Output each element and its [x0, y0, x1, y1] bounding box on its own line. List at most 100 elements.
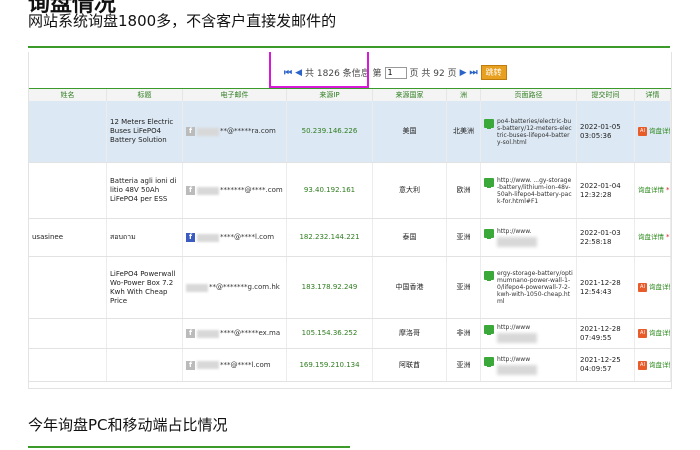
redacted-blur: [197, 361, 219, 369]
ip-text: 182.232.144.221: [299, 233, 360, 241]
inquiry-detail-link[interactable]: 询盘详情: [649, 127, 670, 136]
column-header: 标题: [107, 89, 183, 101]
pager-text-suffix: 页 共 92 页: [409, 69, 457, 79]
table-row[interactable]: f ****@*****ex.ma 105.154.36.252 摩洛哥 非洲 http:…: [29, 319, 671, 349]
table-row[interactable]: 12 Meters Electric Buses LiFePO4 Battery…: [29, 101, 671, 163]
jump-button[interactable]: 跳转: [480, 65, 507, 80]
facebook-icon: f: [186, 329, 195, 338]
url-cell[interactable]: ergy-storage-battery/optimumnano-power-w…: [481, 257, 577, 318]
redacted-blur: [197, 329, 219, 338]
redacted-blur: [186, 283, 208, 292]
country-text: 美国: [402, 127, 417, 135]
name-cell: [29, 349, 107, 381]
title-cell: 12 Meters Electric Buses LiFePO4 Battery…: [107, 101, 183, 162]
country-cell: 摩洛哥: [373, 319, 447, 348]
title-cell: [107, 319, 183, 348]
email-cell: f ****@****l.com: [183, 219, 287, 256]
time-text: 2021-12-28 12:54:43: [580, 278, 621, 296]
detail-cell[interactable]: 询盘详情 *: [635, 219, 671, 256]
column-header: 页面路径: [481, 89, 577, 101]
url-cell[interactable]: http://www.: [481, 219, 577, 256]
inquiry-detail-link[interactable]: 询盘详情: [638, 233, 664, 242]
table-header: 姓名 标题 电子邮件 来源IP 来源国家洲页面路径 提交时间 详情: [29, 88, 671, 102]
time-cell: 2022-01-04 12:32:28: [577, 163, 635, 218]
email-cell: f **@*****ra.com: [183, 101, 287, 162]
page-url-text[interactable]: ergy-storage-battery/optimumnano-power-w…: [497, 270, 573, 305]
detail-cell[interactable]: 询盘详情 *: [635, 163, 671, 218]
time-cell: 2021-12-28 07:49:55: [577, 319, 635, 348]
table-row[interactable]: usasinee สอบถาม f ****@****l.com 182.232.144…: [29, 219, 671, 257]
country-cell: 意大利: [373, 163, 447, 218]
title-cell: [107, 349, 183, 381]
ip-cell: 182.232.144.221: [287, 219, 373, 256]
desktop-icon: [484, 177, 494, 188]
ai-badge-icon: AI: [638, 329, 647, 338]
detail-cell[interactable]: AI询盘详情*: [635, 101, 671, 162]
detail-cell[interactable]: AI询盘详情*: [635, 349, 671, 381]
subheading-divider: [28, 446, 350, 448]
url-cell[interactable]: http://www: [481, 319, 577, 348]
redacted-blur: [497, 237, 537, 247]
name-cell: [29, 163, 107, 218]
section-subheading: 今年询盘PC和移动端占比情况: [28, 416, 228, 434]
ip-cell: 50.239.146.226: [287, 101, 373, 162]
ip-text: 169.159.210.134: [299, 360, 360, 369]
title-cell: Batteria agli ioni di litio 48V 50Ah LiF…: [107, 163, 183, 218]
page-url-text[interactable]: http://www.: [497, 228, 537, 235]
country-cell: 中国香港: [373, 257, 447, 318]
title-text: Batteria agli ioni di litio 48V 50Ah LiF…: [110, 177, 177, 203]
article-headline: 网站系统询盘1800多，不含客户直接发邮件的: [28, 12, 337, 30]
page-number-input[interactable]: [384, 66, 407, 79]
page-url-text[interactable]: http://www: [497, 324, 537, 331]
inquiry-admin-screenshot: ⏮ ◀ 共 1826 条信息 第 页 共 92 页 ▶ ⏭ 跳转 姓名标题电子邮…: [28, 52, 672, 389]
email-cell: **@*******g.com.hk: [183, 257, 287, 318]
country-cell: 泰国: [373, 219, 447, 256]
ip-text: 105.154.36.252: [301, 329, 358, 337]
inquiry-detail-link[interactable]: 询盘详情: [649, 329, 670, 338]
table-row[interactable]: LiFePO4 Powerwall Wo-Power Box 7.2 Kwh W…: [29, 257, 671, 319]
table-row[interactable]: f ***@****l.com 169.159.210.134 阿联酋 亚洲 http:/…: [29, 349, 671, 382]
time-text: 2021-12-28 07:49:55: [580, 324, 621, 342]
title-cell: สอบถาม: [107, 219, 183, 256]
country-text: 摩洛哥: [399, 329, 420, 337]
continent-text: 北美洲: [453, 127, 474, 135]
page-url-text[interactable]: http://www: [497, 356, 537, 363]
country-cell: 美国: [373, 101, 447, 162]
redacted-blur: [497, 333, 537, 343]
desktop-icon: [484, 229, 494, 239]
table-row[interactable]: Batteria agli ioni di litio 48V 50Ah LiF…: [29, 163, 671, 219]
continent-cell: 亚洲: [447, 219, 481, 256]
ip-text: 50.239.146.226: [301, 127, 358, 135]
time-text: 2021-12-25 04:09:57: [580, 356, 621, 373]
page-url-text[interactable]: po4-batteries/electric-bus-battery/12-me…: [497, 118, 573, 146]
redacted-blur: [197, 186, 219, 195]
time-text: 2022-01-05 03:05:36: [580, 122, 621, 140]
url-cell[interactable]: http://www. ...gy-storage-battery/lithiu…: [481, 163, 577, 218]
country-text: 中国香港: [395, 283, 424, 291]
time-cell: 2022-01-05 03:05:36: [577, 101, 635, 162]
inquiry-detail-link[interactable]: 询盘详情: [638, 186, 664, 195]
last-page-icon[interactable]: ⏭: [470, 68, 478, 78]
email-text: ***@****l.com: [220, 360, 271, 369]
ai-badge-icon: AI: [638, 283, 647, 292]
next-page-icon[interactable]: ▶: [460, 68, 467, 78]
desktop-icon: [484, 271, 494, 281]
ip-cell: 105.154.36.252: [287, 319, 373, 348]
ip-cell: 93.40.192.161: [287, 163, 373, 218]
column-header: 电子邮件: [183, 89, 287, 101]
title-text: 12 Meters Electric Buses LiFePO4 Battery…: [110, 118, 174, 144]
inquiry-detail-link[interactable]: 询盘详情: [649, 361, 670, 370]
country-text: 泰国: [402, 233, 417, 241]
time-text: 2022-01-04 12:32:28: [580, 181, 621, 199]
url-cell[interactable]: http://www: [481, 349, 577, 381]
email-text: ****@****l.com: [220, 233, 275, 241]
page-url-text[interactable]: http://www. ...gy-storage-battery/lithiu…: [497, 177, 573, 205]
email-text: *******@****.com: [220, 186, 283, 194]
required-star-icon: *: [666, 233, 670, 241]
ai-badge-icon: AI: [638, 360, 647, 370]
email-cell: f *******@****.com: [183, 163, 287, 218]
url-cell[interactable]: po4-batteries/electric-bus-battery/12-me…: [481, 101, 577, 162]
detail-cell[interactable]: AI询盘详情*: [635, 257, 671, 318]
detail-cell[interactable]: AI询盘详情*: [635, 319, 671, 348]
inquiry-detail-link[interactable]: 询盘详情: [649, 283, 670, 292]
